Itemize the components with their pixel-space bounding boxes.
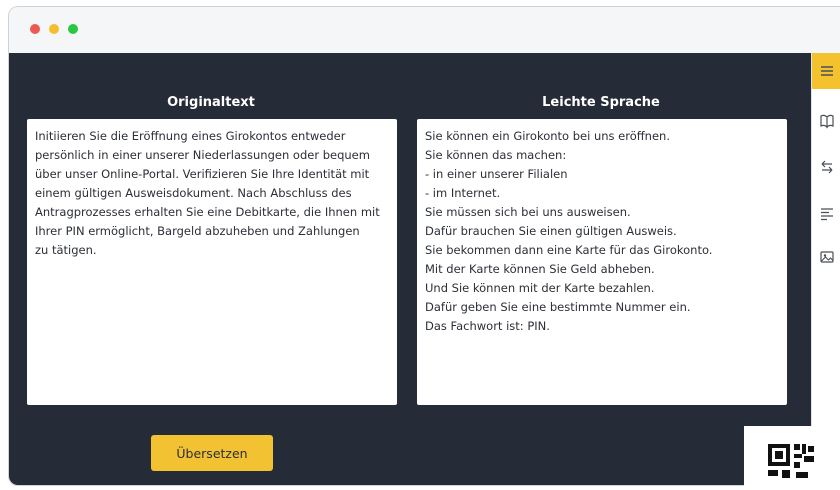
original-text-input[interactable]: Initiieren Sie die Eröffnung eines Girok… [27,119,397,405]
sidebar-item-menu[interactable] [812,53,840,89]
right-toolbar [811,53,840,485]
sidebar-item-text-format[interactable] [812,195,840,231]
menu-icon [821,66,833,76]
sidebar-item-swap[interactable] [812,149,840,185]
sidebar-item-image[interactable] [812,239,840,275]
image-icon [820,251,834,263]
sidebar-item-dictionary[interactable] [812,103,840,139]
maximize-window-button[interactable] [68,24,78,34]
title-bar [9,7,840,53]
simple-language-title: Leichte Sprache [542,95,660,110]
app-window: Originaltext Leichte Sprache Initiieren … [8,6,840,486]
translate-button[interactable]: Übersetzen [151,435,273,471]
qr-code-image [744,426,840,486]
text-align-icon [821,208,833,221]
book-icon [820,114,834,129]
translator-main-area: Originaltext Leichte Sprache Initiieren … [9,53,811,485]
original-text-title: Originaltext [167,95,255,110]
simple-language-output[interactable]: Sie können ein Girokonto bei uns eröffne… [417,119,787,405]
minimize-window-button[interactable] [49,24,59,34]
swap-arrows-icon [821,160,833,174]
close-window-button[interactable] [30,24,40,34]
